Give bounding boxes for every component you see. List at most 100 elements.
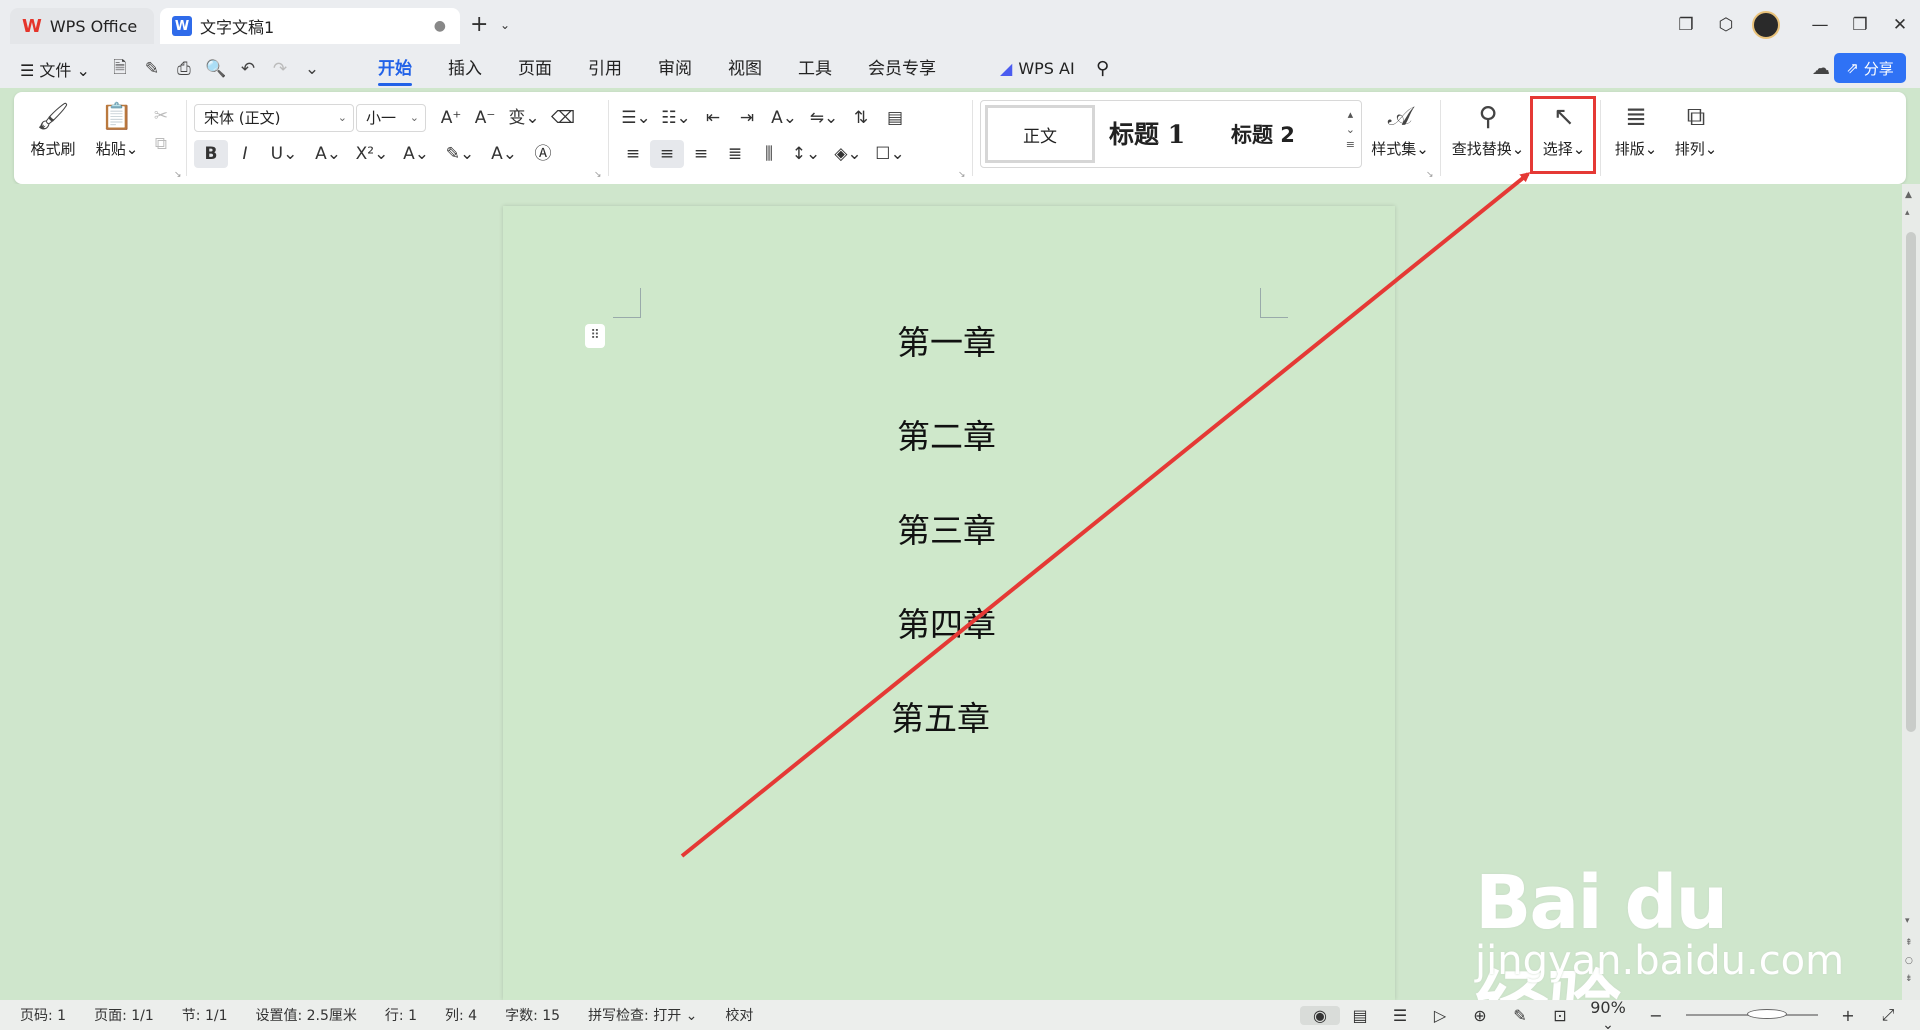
style-set-button[interactable]: 𝒜 样式集⌄ [1364,100,1436,159]
page-view-icon[interactable]: ▤ [1340,1006,1380,1025]
scroll-thumb[interactable] [1906,232,1916,732]
chapter-heading[interactable]: 第三章 [897,504,996,552]
dialog-launcher-icon[interactable]: ↘ [174,170,182,180]
layout-button[interactable]: ≣ 排版⌄ [1608,100,1664,159]
dialog-launcher-icon[interactable]: ↘ [594,170,602,180]
outline-view-icon[interactable]: ☰ [1380,1006,1420,1025]
arrange-button[interactable]: ⧉ 排列⌄ [1668,100,1724,159]
sort-icon[interactable]: ⇅ [844,104,878,132]
underline-icon[interactable]: U⌄ [262,140,306,168]
font-color-icon[interactable]: A⌄ [482,140,526,168]
font-name-select[interactable]: 宋体 (正文) ⌄ [194,104,354,132]
drag-handle-icon[interactable]: ⠿ [585,324,605,348]
style-heading-2[interactable]: 标题 2 [1231,119,1295,149]
tab-page[interactable]: 页面 [518,50,552,88]
align-left-icon[interactable]: ≡ [616,140,650,168]
chapter-heading[interactable]: 第一章 [897,316,996,364]
clear-format-icon[interactable]: ⌫ [546,104,580,132]
close-icon[interactable]: ✕ [1880,15,1920,35]
status-setting[interactable]: 设置值: 2.5厘米 [255,1005,356,1025]
tab-wps-office[interactable]: W WPS Office [10,8,154,44]
status-spell-check[interactable]: 拼写检查: 打开 ⌄ [588,1005,697,1025]
restore-window-icon[interactable]: ❐ [1666,15,1706,35]
chapter-heading[interactable]: 第四章 [897,598,996,646]
dialog-launcher-icon[interactable]: ↘ [958,170,966,180]
web-view-icon[interactable]: ⊕ [1460,1006,1500,1025]
share-button[interactable]: ⇗ 分享 [1834,53,1906,83]
maximize-icon[interactable]: ❐ [1840,15,1880,35]
save-icon[interactable]: 🗎 [104,55,136,84]
select-browse-icon[interactable]: ○ [1905,956,1913,966]
distribute-icon[interactable]: ⫼ [752,140,786,168]
wps-ai-button[interactable]: ◢ WPS AI [1000,59,1075,78]
text-direction-icon[interactable]: A⌄ [764,104,804,132]
status-word-count[interactable]: 字数: 15 [505,1005,560,1025]
line-spacing-icon[interactable]: ↕⌄ [786,140,826,168]
search-icon[interactable]: ⚲ [1096,58,1109,79]
tab-insert[interactable]: 插入 [448,50,482,88]
shading-icon[interactable]: ◈⌄ [826,140,870,168]
status-page-code[interactable]: 页码: 1 [20,1005,66,1025]
tab-document[interactable]: W 文字文稿1 ● [160,8,460,44]
style-gallery-scroll[interactable]: ▴ ⌄ ≡ [1346,107,1355,152]
increase-indent-icon[interactable]: ⇥ [730,104,764,132]
copy-icon[interactable]: ⧉ [144,130,178,158]
document-page[interactable]: ⠿ 第一章 第二章 第三章 第四章 第五章 [503,206,1395,1000]
pen-icon[interactable]: ✎ [1500,1006,1540,1025]
bullet-list-icon[interactable]: ☰⌄ [616,104,656,132]
chapter-heading[interactable]: 第五章 [891,692,990,740]
more-icon[interactable]: ⌄ [296,59,328,79]
align-right-icon[interactable]: ≡ [684,140,718,168]
tab-home[interactable]: 开始 [378,50,412,88]
play-icon[interactable]: ▷ [1420,1006,1460,1025]
align-center-icon[interactable]: ≡ [650,140,684,168]
undo-icon[interactable]: ↶ [232,59,264,79]
increase-font-icon[interactable]: A⁺ [434,104,468,132]
decrease-font-icon[interactable]: A⁻ [468,104,502,132]
tab-view[interactable]: 视图 [728,50,762,88]
scroll-down-icon[interactable]: ▾ [1905,916,1910,926]
redo-icon[interactable]: ↷ [264,59,296,79]
eye-protection-icon[interactable]: ◉ [1300,1005,1340,1025]
zoom-in-icon[interactable]: + [1828,1006,1868,1025]
unsaved-dot-icon[interactable]: ● [434,18,446,34]
zoom-value[interactable]: 90% ⌄ [1580,998,1636,1030]
new-tab-button[interactable]: + [470,12,488,37]
status-section[interactable]: 节: 1/1 [182,1005,228,1025]
font-size-select[interactable]: 小一 ⌄ [356,104,426,132]
tab-tools[interactable]: 工具 [798,50,832,88]
char-shading-icon[interactable]: Ⓐ [526,140,560,168]
show-marks-icon[interactable]: ▤ [878,104,912,132]
scroll-up-icon[interactable]: ▴ [1905,208,1910,218]
justify-icon[interactable]: ≣ [718,140,752,168]
status-pages[interactable]: 页面: 1/1 [94,1005,154,1025]
minimize-icon[interactable]: — [1800,15,1840,35]
file-menu[interactable]: ☰ 文件 ⌄ [20,57,90,81]
fit-page-icon[interactable]: ⊡ [1540,1006,1580,1025]
scroll-up-icon[interactable]: ▲ [1905,190,1912,200]
print-icon[interactable]: ⎙ [168,59,200,79]
zoom-slider[interactable] [1686,1009,1818,1019]
chapter-heading[interactable]: 第二章 [897,410,996,458]
tab-reference[interactable]: 引用 [588,50,622,88]
status-proofread[interactable]: 校对 [725,1005,753,1025]
borders-icon[interactable]: ☐⌄ [870,140,910,168]
print-preview-icon[interactable]: 🔍 [200,59,232,79]
avatar[interactable] [1752,11,1780,39]
next-page-icon[interactable]: ⇟ [1905,974,1913,984]
fullscreen-icon[interactable]: ⤢ [1868,1005,1908,1025]
bold-icon[interactable]: B [194,140,228,168]
line-break-icon[interactable]: ⇋⌄ [804,104,844,132]
tab-member[interactable]: 会员专享 [868,50,936,88]
status-col[interactable]: 列: 4 [445,1005,477,1025]
cut-icon[interactable]: ✂ [144,102,178,130]
paste-button[interactable]: 📋 粘贴⌄ [92,100,142,159]
numbered-list-icon[interactable]: ☷⌄ [656,104,696,132]
chevron-down-icon[interactable]: ⌄ [500,18,510,32]
tab-review[interactable]: 审阅 [658,50,692,88]
prev-page-icon[interactable]: ⇞ [1905,938,1913,948]
text-effect-icon[interactable]: A⌄ [394,140,438,168]
superscript-icon[interactable]: X²⌄ [350,140,394,168]
dialog-launcher-icon[interactable]: ↘ [1426,170,1434,180]
phonetic-guide-icon[interactable]: 变⌄ [502,104,546,132]
